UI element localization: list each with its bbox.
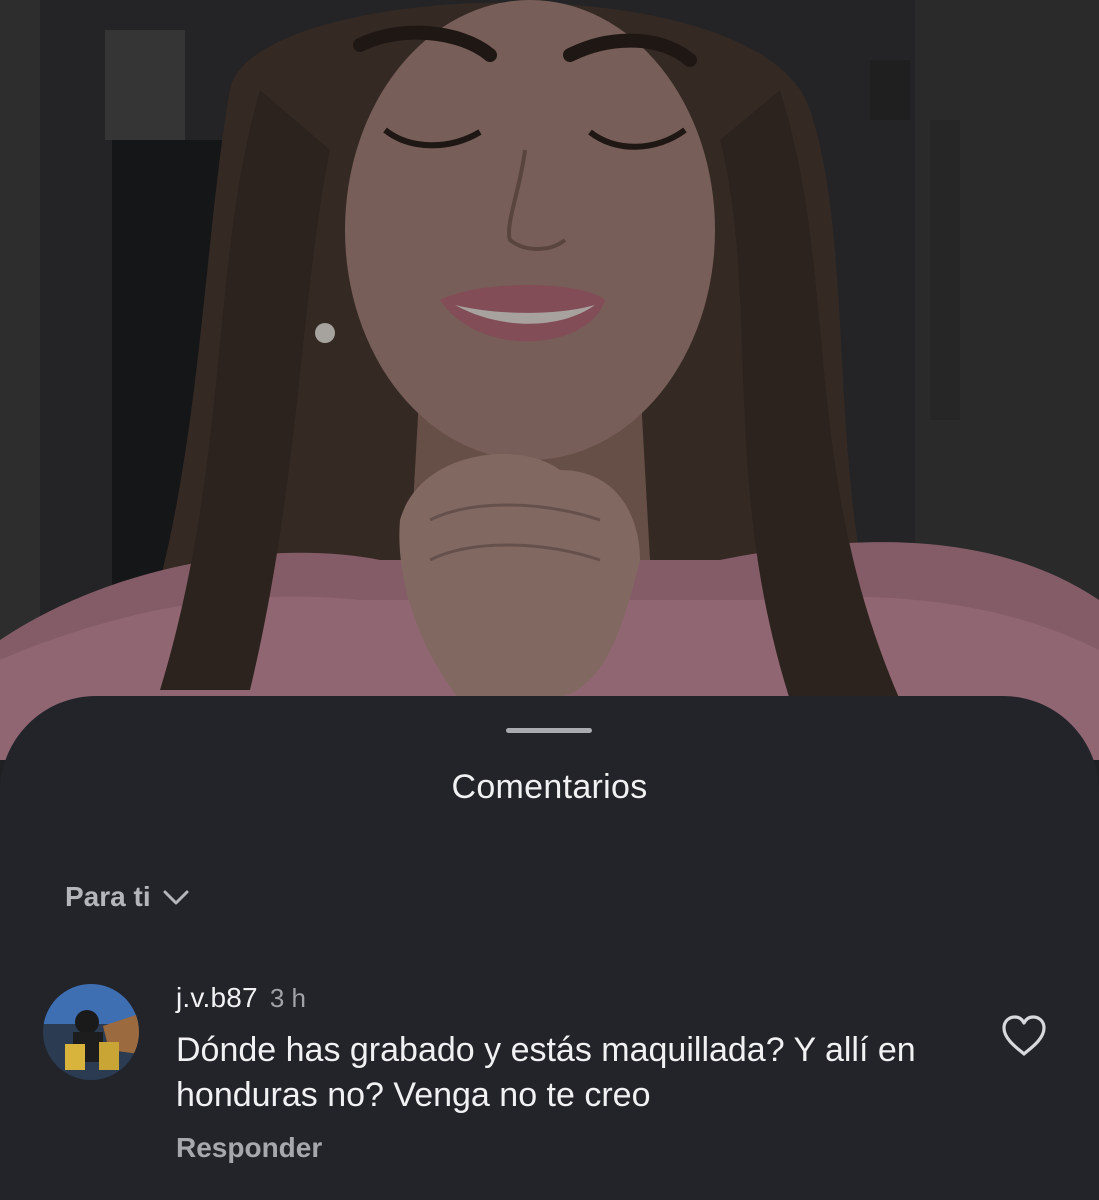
heart-outline-icon: [1002, 1015, 1046, 1056]
avatar[interactable]: [43, 984, 139, 1080]
comment-username[interactable]: j.v.b87: [176, 982, 258, 1014]
screen: Comentarios Para ti j.v.b87 3 h Dónde ha…: [0, 0, 1099, 1200]
reply-button[interactable]: Responder: [176, 1132, 322, 1164]
sort-label: Para ti: [65, 881, 151, 912]
video-illustration: [0, 0, 1099, 760]
chevron-down-icon: [163, 882, 189, 914]
comment-text: Dónde has grabado y estás maquillada? Y …: [176, 1031, 916, 1114]
comment-time: 3 h: [269, 983, 306, 1013]
comments-sheet: Comentarios Para ti j.v.b87 3 h Dónde ha…: [0, 696, 1099, 1200]
sheet-title: Comentarios: [451, 768, 648, 806]
sort-dropdown[interactable]: Para ti: [65, 880, 189, 914]
video-frame[interactable]: [0, 0, 1099, 760]
avatar-image: [43, 984, 139, 1080]
comment-header: j.v.b87 3 h: [176, 982, 306, 1014]
drag-handle[interactable]: [506, 728, 592, 733]
like-button[interactable]: [1000, 1014, 1048, 1058]
